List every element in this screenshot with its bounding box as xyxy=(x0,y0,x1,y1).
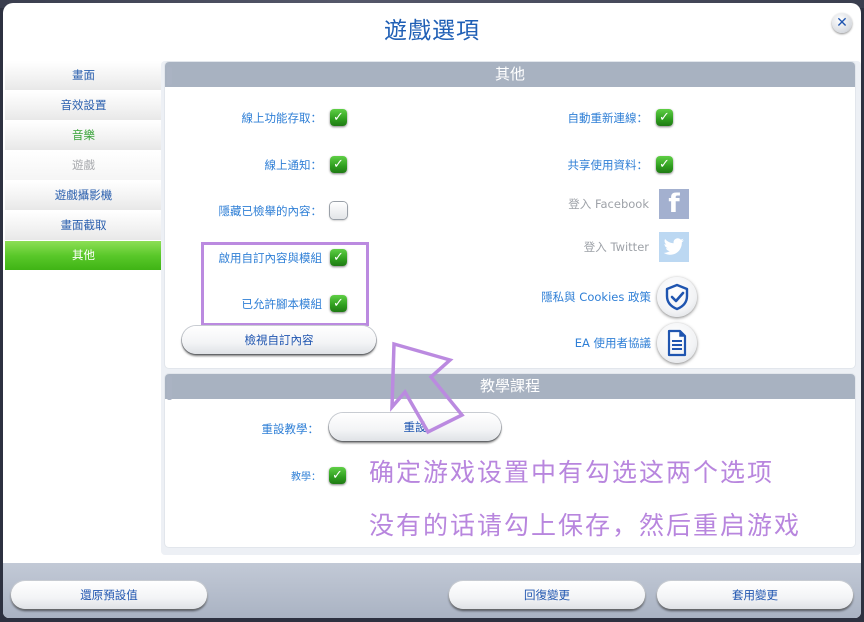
revert-changes-button[interactable]: 回復變更 xyxy=(449,581,645,609)
footer-bar: 還原預設值 回復變更 套用變更 xyxy=(3,563,861,618)
annotation-text-line1: 确定游戏设置中有勾选这两个选项 xyxy=(369,458,775,487)
annotation-text-line2: 没有的话请勾上保存，然后重启游戏 xyxy=(369,511,802,540)
annotation-arrow-shape xyxy=(390,341,465,435)
game-options-dialog: 遊戲選項 ✕ 畫面 音效設置 音樂 遊戲 遊戲攝影機 畫面截取 其他 其他 線上… xyxy=(3,3,861,618)
apply-changes-button[interactable]: 套用變更 xyxy=(657,581,853,609)
restore-defaults-button[interactable]: 還原預設值 xyxy=(11,581,207,609)
